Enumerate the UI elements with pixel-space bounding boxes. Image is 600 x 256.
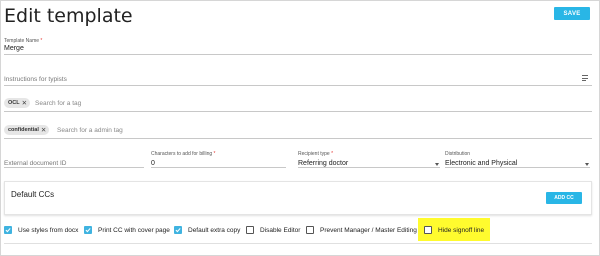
option-label: Default extra copy	[188, 226, 241, 234]
chars-billing-label: Characters to add for billing *	[151, 151, 216, 157]
chip-remove-icon[interactable]: ✕	[22, 99, 27, 107]
option-disable-editor[interactable]: Disable Editor	[246, 225, 300, 235]
distribution-select[interactable]: Distribution Electronic and Physical	[445, 151, 590, 168]
option-label: Disable Editor	[260, 226, 301, 234]
checkbox-checked[interactable]	[4, 226, 12, 234]
playlist-add-icon[interactable]	[582, 75, 590, 82]
checkbox-unchecked[interactable]	[246, 226, 254, 234]
check-icon	[85, 228, 91, 233]
option-prevent-manager-editing[interactable]: Prevent Manager / Master Editing	[306, 225, 417, 235]
tag-chip[interactable]: OCL ✕	[4, 98, 31, 108]
page-title: Edit template	[4, 5, 133, 27]
chars-billing-value[interactable]: 0	[151, 160, 155, 167]
divider	[4, 243, 592, 244]
tag-search-input[interactable]: Search for a tag	[35, 100, 81, 107]
option-label: Use styles from docx	[18, 226, 79, 234]
default-ccs-title: Default CCs	[11, 190, 55, 199]
check-icon	[175, 228, 181, 233]
distribution-label: Distribution	[445, 151, 471, 157]
recipient-type-value: Referring doctor	[298, 160, 349, 167]
default-ccs-panel: Default CCs ADD CC	[4, 181, 592, 215]
chip-remove-icon[interactable]: ✕	[41, 126, 46, 134]
admin-tag-field[interactable]: confidential ✕ Search for a admin tag	[4, 123, 592, 139]
checkbox-checked[interactable]	[174, 226, 182, 234]
template-name-label: Template Name *	[4, 38, 43, 44]
option-use-styles-from-docx[interactable]: Use styles from docx	[4, 225, 78, 235]
instructions-field[interactable]: Instructions for typists	[4, 72, 592, 86]
dropdown-arrow-icon[interactable]	[435, 163, 439, 166]
option-hide-signoff-line[interactable]: Hide signoff line	[424, 225, 484, 235]
option-default-extra-copy[interactable]: Default extra copy	[174, 225, 240, 235]
option-label: Print CC with cover page	[98, 226, 170, 234]
recipient-type-select[interactable]: Recipient type * Referring doctor	[298, 151, 440, 168]
external-document-id-field[interactable]: External document ID	[4, 151, 144, 168]
dropdown-arrow-icon[interactable]	[585, 163, 589, 166]
add-cc-button[interactable]: ADD CC	[546, 192, 582, 204]
option-print-cc-with-cover-page[interactable]: Print CC with cover page	[84, 225, 170, 235]
checkbox-unchecked[interactable]	[306, 226, 314, 234]
recipient-type-label: Recipient type *	[298, 151, 334, 157]
tag-field[interactable]: OCL ✕ Search for a tag	[4, 96, 592, 112]
template-name-value[interactable]: Merge	[4, 45, 24, 52]
check-icon	[5, 228, 11, 233]
option-label: Prevent Manager / Master Editing	[320, 226, 417, 234]
instructions-placeholder: Instructions for typists	[4, 76, 67, 83]
chars-billing-field[interactable]: Characters to add for billing * 0	[151, 151, 286, 168]
external-document-id-placeholder: External document ID	[4, 160, 67, 167]
admin-tag-search-input[interactable]: Search for a admin tag	[57, 127, 123, 134]
option-label: Hide signoff line	[438, 226, 485, 234]
distribution-value: Electronic and Physical	[445, 160, 518, 167]
checkbox-checked[interactable]	[84, 226, 92, 234]
admin-tag-chip[interactable]: confidential ✕	[4, 125, 50, 135]
checkbox-unchecked[interactable]	[424, 226, 432, 234]
template-name-field[interactable]: Template Name * Merge	[4, 38, 592, 55]
save-button[interactable]: SAVE	[554, 7, 590, 20]
